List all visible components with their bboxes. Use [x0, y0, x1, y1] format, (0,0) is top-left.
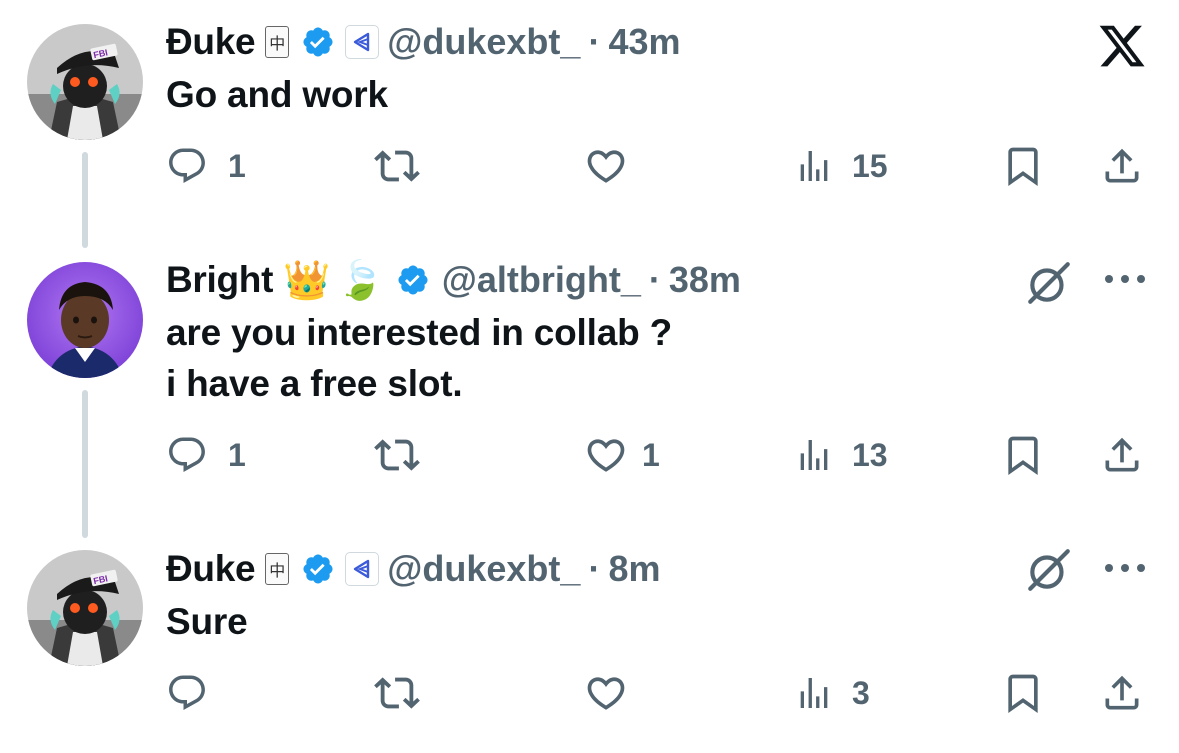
bookmark-icon	[1008, 674, 1038, 714]
handle[interactable]: @altbright_	[442, 259, 641, 301]
reply-icon	[169, 437, 205, 472]
tweet-actions: 3	[0, 663, 1179, 723]
like-button[interactable]: 1	[584, 425, 660, 485]
avatar-image: FBI	[27, 550, 143, 666]
tweet-header: Đuke 中 @dukexbt_ · 43m	[166, 17, 681, 67]
separator-dot: ·	[588, 21, 601, 62]
views-button[interactable]: 15	[794, 136, 888, 196]
retweet-button[interactable]	[374, 136, 432, 196]
avatar[interactable]	[27, 262, 143, 378]
separator-dot: ·	[588, 548, 601, 589]
views-button[interactable]: 13	[794, 425, 888, 485]
display-name[interactable]: Bright	[166, 259, 273, 301]
like-button[interactable]	[584, 663, 640, 723]
avatar-image	[27, 262, 143, 378]
timestamp[interactable]: 8m	[608, 548, 660, 590]
views-count: 15	[852, 147, 888, 184]
like-icon	[587, 677, 625, 710]
timestamp[interactable]: 43m	[608, 21, 680, 63]
reply-icon	[169, 675, 205, 710]
verified-icon	[301, 25, 335, 59]
retweet-button[interactable]	[374, 425, 432, 485]
affiliate-badge-icon[interactable]	[345, 25, 380, 59]
display-name[interactable]: Đuke	[166, 548, 256, 590]
views-count: 3	[852, 674, 870, 711]
timestamp[interactable]: 38m	[669, 259, 741, 301]
retweet-icon	[374, 150, 420, 182]
affiliate-badge-icon[interactable]	[345, 552, 380, 586]
share-icon	[1105, 148, 1139, 183]
like-icon	[587, 150, 625, 183]
tweet-actions: 1 15	[0, 136, 1179, 196]
more-icon[interactable]	[1102, 553, 1148, 583]
more-icon[interactable]	[1102, 264, 1148, 294]
tweet-text-line: are you interested in collab ?	[166, 312, 672, 353]
retweet-icon	[374, 677, 420, 709]
share-icon	[1105, 437, 1139, 472]
like-button[interactable]	[584, 136, 640, 196]
handle[interactable]: @dukexbt_	[387, 21, 580, 63]
tweet-actions: 1 1 13	[0, 425, 1179, 485]
tweet-text: Sure	[166, 596, 248, 647]
leaf-emoji: 🍃	[336, 257, 384, 302]
bookmark-icon	[1008, 436, 1038, 476]
crown-emoji: 👑	[283, 257, 331, 302]
reply-button[interactable]: 1	[166, 425, 246, 485]
bookmark-button[interactable]	[1001, 663, 1045, 723]
tweet-text: are you interested in collab ? i have a …	[166, 307, 672, 409]
views-icon	[800, 440, 828, 470]
separator-dot: ·	[648, 259, 661, 300]
display-name[interactable]: Đuke	[166, 21, 256, 63]
like-icon	[587, 439, 625, 472]
reply-count: 1	[228, 436, 246, 473]
views-button[interactable]: 3	[794, 663, 870, 723]
bookmark-icon	[1008, 147, 1038, 187]
tweet[interactable]: FBI Đuke 中 @dukexbt_ · 43m Go and work 1	[0, 0, 1179, 250]
like-count: 1	[642, 436, 660, 473]
tweet-text-line: i have a free slot.	[166, 363, 463, 404]
tweet-text: Go and work	[166, 69, 388, 120]
handle[interactable]: @dukexbt_	[387, 548, 580, 590]
retweet-button[interactable]	[374, 663, 432, 723]
x-logo-icon	[1096, 20, 1148, 72]
verified-icon	[396, 263, 430, 297]
share-button[interactable]	[1100, 425, 1144, 485]
avatar-image: FBI	[27, 24, 143, 140]
reply-button[interactable]	[166, 663, 220, 723]
avatar[interactable]: FBI	[27, 550, 143, 666]
reply-count: 1	[228, 147, 246, 184]
tweet[interactable]: Bright 👑 🍃 @altbright_ · 38m are you int…	[0, 250, 1179, 535]
bookmark-button[interactable]	[1001, 425, 1045, 485]
views-icon	[800, 151, 828, 181]
reply-button[interactable]: 1	[166, 136, 246, 196]
share-button[interactable]	[1100, 663, 1144, 723]
views-count: 13	[852, 436, 888, 473]
tweet-header: Bright 👑 🍃 @altbright_ · 38m	[166, 255, 741, 305]
avatar[interactable]: FBI	[27, 24, 143, 140]
retweet-icon	[374, 439, 420, 471]
verified-icon	[301, 552, 335, 586]
reply-icon	[169, 148, 205, 183]
tweet-text-line: Go and work	[166, 74, 388, 115]
mahjong-badge: 中	[265, 553, 290, 585]
tweet-header: Đuke 中 @dukexbt_ · 8m	[166, 544, 660, 594]
grok-icon[interactable]	[1022, 543, 1076, 597]
share-button[interactable]	[1100, 136, 1144, 196]
bookmark-button[interactable]	[1001, 136, 1045, 196]
mahjong-badge: 中	[265, 26, 290, 58]
grok-icon[interactable]	[1022, 256, 1076, 310]
share-icon	[1105, 675, 1139, 710]
tweet-text-line: Sure	[166, 601, 248, 642]
views-icon	[800, 678, 828, 708]
tweet[interactable]: FBI Đuke 中 @dukexbt_ · 8m Sure 3	[0, 535, 1179, 753]
